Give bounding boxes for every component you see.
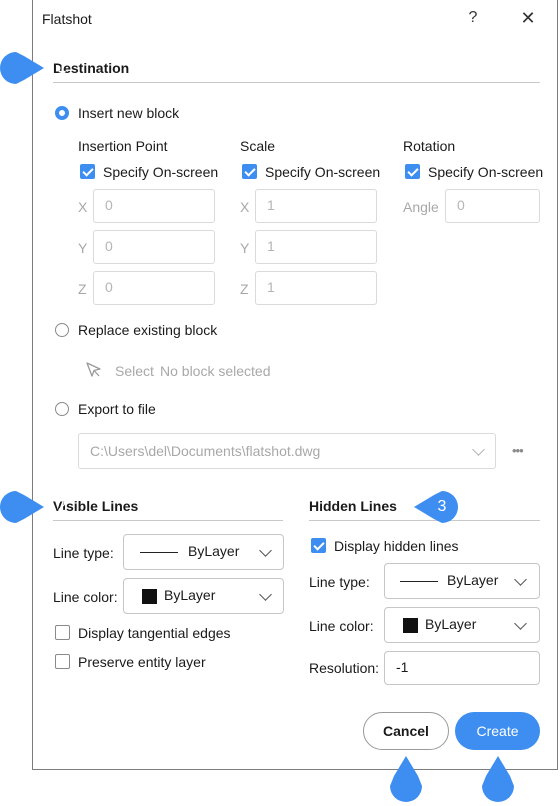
scale-specify-label: Specify On-screen	[265, 164, 381, 180]
hidden-line-color-select[interactable]: ByLayer	[384, 607, 540, 643]
destination-divider	[53, 82, 540, 83]
scale-y-label: Y	[240, 240, 250, 256]
scale-x-label: X	[240, 199, 250, 215]
insertion-x-label: X	[78, 199, 88, 215]
select-cursor-icon[interactable]	[85, 361, 103, 379]
resolution-label: Resolution:	[309, 660, 380, 676]
rotation-heading: Rotation	[403, 138, 456, 154]
insertion-y-label: Y	[78, 240, 88, 256]
replace-existing-block-label: Replace existing block	[78, 322, 218, 338]
dialog-title: Flatshot	[42, 11, 92, 27]
insertion-specify-label: Specify On-screen	[103, 164, 219, 180]
callout-5: 5	[390, 754, 442, 802]
hidden-line-type-select[interactable]: ByLayer	[384, 563, 540, 599]
select-label[interactable]: Select	[115, 363, 154, 379]
color-swatch-icon	[142, 589, 157, 604]
file-path-combobox[interactable]: C:\Users\del\Documents\flatshot.dwg	[78, 433, 496, 469]
rotation-specify-label: Specify On-screen	[428, 164, 544, 180]
rotation-angle-field[interactable]: 0	[445, 189, 540, 223]
color-swatch-icon	[403, 618, 418, 633]
help-button[interactable]: ?	[463, 9, 483, 27]
visible-line-color-label: Line color:	[53, 589, 118, 605]
scale-x-field[interactable]: 1	[255, 189, 377, 223]
hidden-line-type-label: Line type:	[309, 574, 370, 590]
insertion-z-field[interactable]: 0	[93, 271, 215, 305]
visible-lines-divider	[53, 520, 283, 521]
visible-line-type-value: ByLayer	[188, 543, 240, 559]
line-sample-icon	[140, 552, 178, 553]
browse-button[interactable]: •••	[512, 443, 524, 458]
visible-line-color-value: ByLayer	[164, 587, 216, 603]
hidden-line-color-value: ByLayer	[425, 616, 477, 632]
no-block-selected-text: No block selected	[160, 363, 271, 379]
rotation-angle-label: Angle	[403, 199, 439, 215]
scale-z-label: Z	[240, 281, 249, 297]
tangential-edges-checkbox[interactable]	[55, 625, 70, 640]
chevron-down-icon	[514, 617, 527, 630]
callout-5-label: 5	[433, 778, 443, 795]
insertion-x-field[interactable]: 0	[93, 189, 215, 223]
insert-new-block-radio[interactable]	[55, 106, 69, 120]
hidden-line-color-label: Line color:	[309, 618, 374, 634]
line-sample-icon	[400, 581, 438, 582]
cancel-button[interactable]: Cancel	[363, 712, 449, 750]
tangential-edges-label: Display tangential edges	[78, 625, 231, 641]
visible-line-color-select[interactable]: ByLayer	[123, 578, 284, 614]
visible-line-type-label: Line type:	[53, 545, 114, 561]
callout-4: 4	[482, 754, 534, 802]
callout-1-label: 1	[57, 59, 67, 76]
chevron-down-icon	[259, 544, 272, 557]
callout-1: 1	[0, 52, 66, 84]
insertion-specify-checkbox[interactable]	[80, 164, 95, 179]
export-to-file-label: Export to file	[78, 401, 156, 417]
create-button[interactable]: Create	[455, 712, 540, 750]
resolution-field[interactable]: -1	[384, 651, 540, 685]
callout-2-label: 2	[57, 498, 67, 515]
chevron-down-icon	[259, 588, 272, 601]
insertion-point-heading: Insertion Point	[78, 138, 168, 154]
chevron-down-icon	[472, 443, 485, 456]
hidden-line-type-value: ByLayer	[447, 572, 499, 588]
insert-new-block-label: Insert new block	[78, 105, 180, 121]
hidden-lines-title: Hidden Lines	[309, 498, 397, 514]
callout-2: 2	[0, 491, 66, 523]
chevron-down-icon	[514, 573, 527, 586]
display-hidden-lines-label: Display hidden lines	[334, 538, 459, 554]
preserve-layer-checkbox[interactable]	[55, 654, 70, 669]
close-button[interactable]: ✕	[516, 8, 540, 29]
visible-line-type-select[interactable]: ByLayer	[123, 534, 284, 570]
display-hidden-lines-checkbox[interactable]	[311, 538, 326, 553]
callout-3-label: 3	[437, 498, 447, 515]
replace-existing-block-radio[interactable]	[55, 323, 69, 337]
preserve-layer-label: Preserve entity layer	[78, 654, 206, 670]
file-path-value: C:\Users\del\Documents\flatshot.dwg	[90, 443, 321, 459]
scale-y-field[interactable]: 1	[255, 230, 377, 264]
scale-heading: Scale	[240, 138, 276, 154]
callout-4-label: 4	[525, 778, 535, 795]
callout-3: 3	[412, 491, 458, 523]
rotation-specify-checkbox[interactable]	[405, 164, 420, 179]
insertion-y-field[interactable]: 0	[93, 230, 215, 264]
insertion-z-label: Z	[78, 281, 87, 297]
scale-z-field[interactable]: 1	[255, 271, 377, 305]
scale-specify-checkbox[interactable]	[242, 164, 257, 179]
export-to-file-radio[interactable]	[55, 402, 69, 416]
